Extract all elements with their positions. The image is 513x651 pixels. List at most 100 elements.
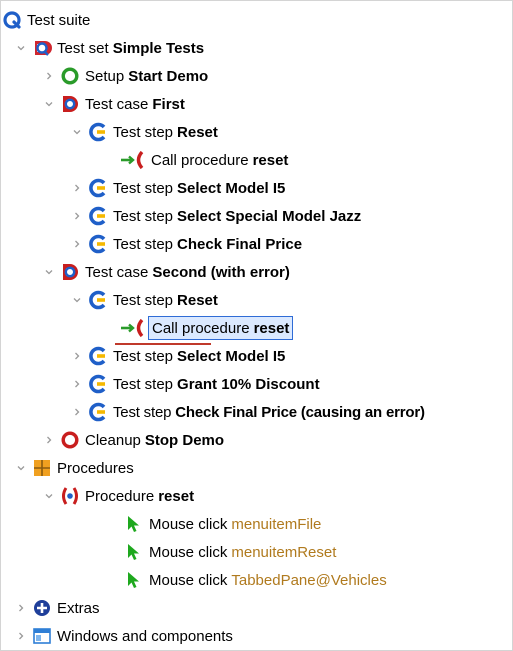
procedures-icon (32, 458, 52, 478)
tree-node-mouse-click[interactable]: Mouse click menuitemFile (124, 510, 321, 538)
chevron-down-icon[interactable] (14, 454, 28, 482)
node-argument: TabbedPane@Vehicles (231, 571, 387, 589)
node-name: Reset (177, 291, 218, 309)
tree-node-windows-components[interactable]: Windows and components (14, 622, 233, 650)
teststep-icon (88, 290, 108, 310)
tree-node-procedures[interactable]: Procedures (14, 454, 134, 482)
setup-ring-icon (60, 66, 80, 86)
tree-node-cleanup[interactable]: Cleanup Stop Demo (42, 426, 224, 454)
node-name: reset (158, 487, 195, 505)
chevron-right-icon[interactable] (70, 230, 84, 258)
node-prefix: Procedure (85, 487, 155, 505)
node-argument: menuitemReset (231, 543, 337, 561)
chevron-down-icon[interactable] (42, 258, 56, 286)
node-name: Check Final Price (causing an error) (175, 403, 425, 421)
node-prefix: Test step (113, 375, 174, 393)
tree-node-test-step-select-model[interactable]: Test step Select Model I5 (70, 342, 285, 370)
chevron-right-icon[interactable] (42, 426, 56, 454)
node-argument: menuitemFile (231, 515, 322, 533)
chevron-right-icon[interactable] (42, 62, 56, 90)
node-name: reset (253, 319, 290, 337)
tree-node-test-step-reset[interactable]: Test step Reset (70, 118, 218, 146)
tree-node-setup[interactable]: Setup Start Demo (42, 62, 208, 90)
mouse-click-icon (124, 514, 144, 534)
node-label: Windows and components (57, 627, 233, 645)
mouse-click-icon (124, 542, 144, 562)
node-name: Start Demo (128, 67, 209, 85)
tree-node-mouse-click[interactable]: Mouse click TabbedPane@Vehicles (124, 566, 387, 594)
chevron-down-icon[interactable] (70, 286, 84, 314)
node-label: Extras (57, 599, 100, 617)
node-prefix: Mouse click (149, 571, 228, 589)
node-name: Second (with error) (152, 263, 290, 281)
chevron-right-icon[interactable] (70, 398, 84, 426)
node-name: First (152, 95, 185, 113)
tree-node-call-procedure[interactable]: Call procedure reset (120, 146, 288, 174)
node-prefix: Test step (113, 347, 174, 365)
testcase-icon (60, 94, 80, 114)
node-name: reset (252, 151, 289, 169)
node-name: Reset (177, 123, 218, 141)
teststep-icon (88, 374, 108, 394)
node-prefix: Cleanup (85, 431, 141, 449)
tree-node-test-suite[interactable]: Test suite (0, 6, 90, 34)
tree-node-test-step-discount[interactable]: Test step Grant 10% Discount (70, 370, 320, 398)
node-prefix: Test case (85, 263, 149, 281)
chevron-right-icon[interactable] (70, 174, 84, 202)
node-prefix: Test step (113, 179, 174, 197)
tree-node-test-step-check-price-error[interactable]: Test step Check Final Price (causing an e… (70, 398, 425, 426)
node-label: Test suite (27, 11, 91, 29)
chevron-right-icon[interactable] (14, 594, 28, 622)
mouse-click-icon (124, 570, 144, 590)
node-prefix: Mouse click (149, 515, 228, 533)
node-name: Grant 10% Discount (177, 375, 320, 393)
teststep-icon (88, 234, 108, 254)
tree-node-mouse-click[interactable]: Mouse click menuitemReset (124, 538, 336, 566)
chevron-right-icon[interactable] (70, 202, 84, 230)
windows-components-icon (32, 626, 52, 646)
node-name: Select Special Model Jazz (177, 207, 362, 225)
chevron-right-icon[interactable] (70, 342, 84, 370)
tree-node-test-set[interactable]: Test set Simple Tests (14, 34, 204, 62)
teststep-icon (88, 346, 108, 366)
node-prefix: Test step (113, 291, 174, 309)
node-prefix: Setup (85, 67, 125, 85)
node-name: Select Model I5 (177, 179, 286, 197)
teststep-icon (88, 402, 108, 422)
tree-node-test-case-second[interactable]: Test case Second (with error) (42, 258, 290, 286)
node-prefix: Test set (57, 39, 109, 57)
node-prefix: Test step (113, 207, 174, 225)
node-name: Stop Demo (144, 431, 225, 449)
teststep-icon (88, 206, 108, 226)
chevron-down-icon[interactable] (70, 118, 84, 146)
node-prefix: Mouse click (149, 543, 228, 561)
tree-node-test-case-first[interactable]: Test case First (42, 90, 185, 118)
testcase-icon (60, 262, 80, 282)
tree-node-call-procedure-selected[interactable]: Call procedure reset (120, 314, 294, 342)
chevron-right-icon[interactable] (70, 370, 84, 398)
extras-icon (32, 598, 52, 618)
procedure-icon (60, 486, 80, 506)
node-prefix: Call procedure (151, 151, 249, 169)
suite-q-icon (2, 10, 22, 30)
tree-node-test-step-select-model[interactable]: Test step Select Model I5 (70, 174, 285, 202)
node-name: Simple Tests (112, 39, 205, 57)
tree-node-test-step-select-jazz[interactable]: Test step Select Special Model Jazz (70, 202, 361, 230)
node-prefix: Test step (113, 235, 174, 253)
chevron-down-icon[interactable] (42, 90, 56, 118)
call-procedure-icon (120, 318, 146, 338)
selection-highlight[interactable]: Call procedure reset (148, 316, 294, 340)
tree-node-extras[interactable]: Extras (14, 594, 100, 622)
teststep-icon (88, 122, 108, 142)
chevron-right-icon[interactable] (14, 622, 28, 650)
testset-icon (32, 38, 52, 58)
tree-node-test-step-reset[interactable]: Test step Reset (70, 286, 218, 314)
node-prefix: Test step (113, 123, 174, 141)
call-procedure-icon (120, 150, 146, 170)
chevron-down-icon[interactable] (14, 34, 28, 62)
node-name: Select Model I5 (177, 347, 286, 365)
tree-node-test-step-check-price[interactable]: Test step Check Final Price (70, 230, 302, 258)
tree-node-procedure-reset[interactable]: Procedure reset (42, 482, 194, 510)
chevron-down-icon[interactable] (42, 482, 56, 510)
node-label: Procedures (57, 459, 134, 477)
